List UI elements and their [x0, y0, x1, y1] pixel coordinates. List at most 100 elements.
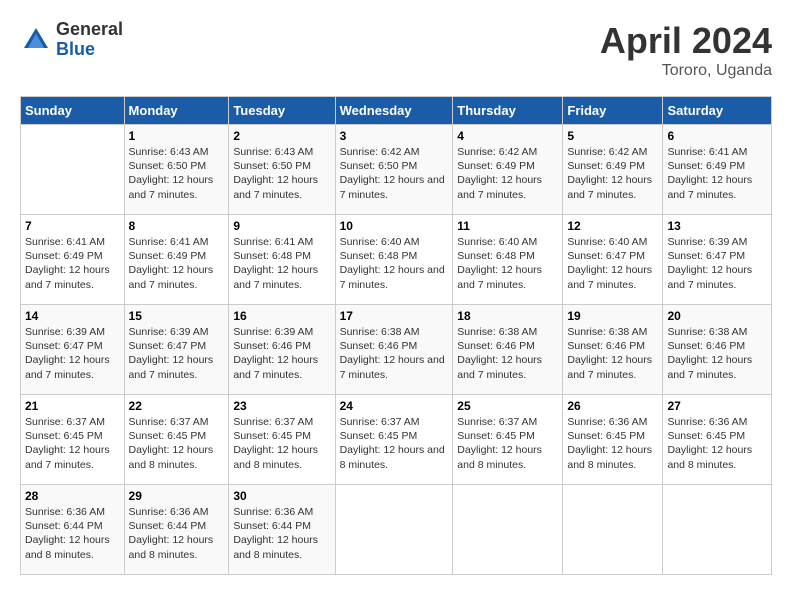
calendar-title: April 2024	[600, 20, 772, 62]
week-row-3: 14 Sunrise: 6:39 AMSunset: 6:47 PMDayligh…	[21, 305, 772, 395]
logo-icon	[20, 24, 52, 56]
logo-general: General	[56, 20, 123, 40]
logo: General Blue	[20, 20, 123, 60]
day-number: 17	[340, 309, 449, 323]
header-cell-sunday: Sunday	[21, 97, 125, 125]
day-info: Sunrise: 6:37 AMSunset: 6:45 PMDaylight:…	[457, 415, 558, 472]
calendar-cell: 26 Sunrise: 6:36 AMSunset: 6:45 PMDayligh…	[563, 395, 663, 485]
day-info: Sunrise: 6:38 AMSunset: 6:46 PMDaylight:…	[340, 325, 449, 382]
week-row-1: 1 Sunrise: 6:43 AMSunset: 6:50 PMDaylight…	[21, 125, 772, 215]
day-number: 18	[457, 309, 558, 323]
calendar-cell: 19 Sunrise: 6:38 AMSunset: 6:46 PMDayligh…	[563, 305, 663, 395]
calendar-subtitle: Tororo, Uganda	[600, 62, 772, 80]
day-number: 15	[129, 309, 225, 323]
calendar-cell: 14Sunrise: 6:39 AMSunset: 6:47 PMDayligh…	[21, 305, 125, 395]
header-cell-saturday: Saturday	[663, 97, 772, 125]
day-number: 9	[233, 219, 330, 233]
day-info: Sunrise: 6:40 AMSunset: 6:48 PMDaylight:…	[457, 235, 558, 292]
day-info: Sunrise: 6:38 AMSunset: 6:46 PMDaylight:…	[567, 325, 658, 382]
page-header: General Blue April 2024 Tororo, Uganda	[20, 20, 772, 80]
day-info: Sunrise: 6:36 AMSunset: 6:44 PMDaylight:…	[233, 505, 330, 562]
header-cell-tuesday: Tuesday	[229, 97, 335, 125]
day-number: 8	[129, 219, 225, 233]
day-number: 25	[457, 399, 558, 413]
day-number: 26	[567, 399, 658, 413]
calendar-cell: 20 Sunrise: 6:38 AMSunset: 6:46 PMDayligh…	[663, 305, 772, 395]
day-number: 29	[129, 489, 225, 503]
calendar-cell	[453, 485, 563, 575]
calendar-cell: 7 Sunrise: 6:41 AMSunset: 6:49 PMDaylight…	[21, 215, 125, 305]
day-info: Sunrise: 6:43 AMSunset: 6:50 PMDaylight:…	[233, 145, 330, 202]
title-block: April 2024 Tororo, Uganda	[600, 20, 772, 80]
header-cell-monday: Monday	[124, 97, 229, 125]
calendar-cell: 4 Sunrise: 6:42 AMSunset: 6:49 PMDaylight…	[453, 125, 563, 215]
day-number: 4	[457, 129, 558, 143]
calendar-cell: 9Sunrise: 6:41 AMSunset: 6:48 PMDaylight…	[229, 215, 335, 305]
calendar-cell: 5 Sunrise: 6:42 AMSunset: 6:49 PMDaylight…	[563, 125, 663, 215]
calendar-cell	[21, 125, 125, 215]
day-number: 11	[457, 219, 558, 233]
day-number: 24	[340, 399, 449, 413]
header-row: SundayMondayTuesdayWednesdayThursdayFrid…	[21, 97, 772, 125]
day-number: 27	[667, 399, 767, 413]
week-row-5: 28 Sunrise: 6:36 AMSunset: 6:44 PMDayligh…	[21, 485, 772, 575]
logo-text: General Blue	[56, 20, 123, 60]
day-info: Sunrise: 6:42 AMSunset: 6:50 PMDaylight:…	[340, 145, 449, 202]
calendar-cell: 24 Sunrise: 6:37 AMSunset: 6:45 PMDayligh…	[335, 395, 453, 485]
day-number: 14	[25, 309, 120, 323]
day-number: 3	[340, 129, 449, 143]
day-info: Sunrise: 6:37 AMSunset: 6:45 PMDaylight:…	[129, 415, 225, 472]
calendar-cell: 15 Sunrise: 6:39 AMSunset: 6:47 PMDayligh…	[124, 305, 229, 395]
logo-blue: Blue	[56, 40, 123, 60]
day-number: 2	[233, 129, 330, 143]
calendar-cell: 13Sunrise: 6:39 AMSunset: 6:47 PMDayligh…	[663, 215, 772, 305]
day-info: Sunrise: 6:42 AMSunset: 6:49 PMDaylight:…	[567, 145, 658, 202]
day-number: 1	[129, 129, 225, 143]
day-number: 5	[567, 129, 658, 143]
day-info: Sunrise: 6:38 AMSunset: 6:46 PMDaylight:…	[667, 325, 767, 382]
day-info: Sunrise: 6:37 AMSunset: 6:45 PMDaylight:…	[340, 415, 449, 472]
day-number: 19	[567, 309, 658, 323]
calendar-cell	[335, 485, 453, 575]
header-cell-thursday: Thursday	[453, 97, 563, 125]
day-info: Sunrise: 6:41 AMSunset: 6:49 PMDaylight:…	[25, 235, 120, 292]
calendar-cell: 10 Sunrise: 6:40 AMSunset: 6:48 PMDayligh…	[335, 215, 453, 305]
day-number: 21	[25, 399, 120, 413]
day-info: Sunrise: 6:36 AMSunset: 6:44 PMDaylight:…	[129, 505, 225, 562]
day-number: 7	[25, 219, 120, 233]
calendar-cell: 11 Sunrise: 6:40 AMSunset: 6:48 PMDayligh…	[453, 215, 563, 305]
week-row-2: 7 Sunrise: 6:41 AMSunset: 6:49 PMDaylight…	[21, 215, 772, 305]
day-number: 23	[233, 399, 330, 413]
day-info: Sunrise: 6:42 AMSunset: 6:49 PMDaylight:…	[457, 145, 558, 202]
calendar-cell: 17 Sunrise: 6:38 AMSunset: 6:46 PMDayligh…	[335, 305, 453, 395]
day-info: Sunrise: 6:41 AMSunset: 6:49 PMDaylight:…	[667, 145, 767, 202]
day-info: Sunrise: 6:39 AMSunset: 6:47 PMDaylight:…	[667, 235, 767, 292]
calendar-cell: 22Sunrise: 6:37 AMSunset: 6:45 PMDayligh…	[124, 395, 229, 485]
calendar-cell: 12Sunrise: 6:40 AMSunset: 6:47 PMDayligh…	[563, 215, 663, 305]
day-number: 28	[25, 489, 120, 503]
calendar-cell: 29 Sunrise: 6:36 AMSunset: 6:44 PMDayligh…	[124, 485, 229, 575]
calendar-cell: 16Sunrise: 6:39 AMSunset: 6:46 PMDayligh…	[229, 305, 335, 395]
day-info: Sunrise: 6:41 AMSunset: 6:49 PMDaylight:…	[129, 235, 225, 292]
day-info: Sunrise: 6:40 AMSunset: 6:48 PMDaylight:…	[340, 235, 449, 292]
day-info: Sunrise: 6:36 AMSunset: 6:44 PMDaylight:…	[25, 505, 120, 562]
calendar-cell: 8 Sunrise: 6:41 AMSunset: 6:49 PMDaylight…	[124, 215, 229, 305]
calendar-cell: 23Sunrise: 6:37 AMSunset: 6:45 PMDayligh…	[229, 395, 335, 485]
calendar-cell: 30Sunrise: 6:36 AMSunset: 6:44 PMDayligh…	[229, 485, 335, 575]
calendar-cell: 6 Sunrise: 6:41 AMSunset: 6:49 PMDaylight…	[663, 125, 772, 215]
day-info: Sunrise: 6:39 AMSunset: 6:47 PMDaylight:…	[129, 325, 225, 382]
day-number: 6	[667, 129, 767, 143]
day-info: Sunrise: 6:38 AMSunset: 6:46 PMDaylight:…	[457, 325, 558, 382]
calendar-cell: 21Sunrise: 6:37 AMSunset: 6:45 PMDayligh…	[21, 395, 125, 485]
day-number: 20	[667, 309, 767, 323]
day-number: 16	[233, 309, 330, 323]
calendar-cell	[663, 485, 772, 575]
header-cell-wednesday: Wednesday	[335, 97, 453, 125]
day-number: 10	[340, 219, 449, 233]
day-info: Sunrise: 6:36 AMSunset: 6:45 PMDaylight:…	[667, 415, 767, 472]
day-number: 12	[567, 219, 658, 233]
calendar-cell: 27 Sunrise: 6:36 AMSunset: 6:45 PMDayligh…	[663, 395, 772, 485]
calendar-cell: 28 Sunrise: 6:36 AMSunset: 6:44 PMDayligh…	[21, 485, 125, 575]
day-info: Sunrise: 6:36 AMSunset: 6:45 PMDaylight:…	[567, 415, 658, 472]
header-cell-friday: Friday	[563, 97, 663, 125]
